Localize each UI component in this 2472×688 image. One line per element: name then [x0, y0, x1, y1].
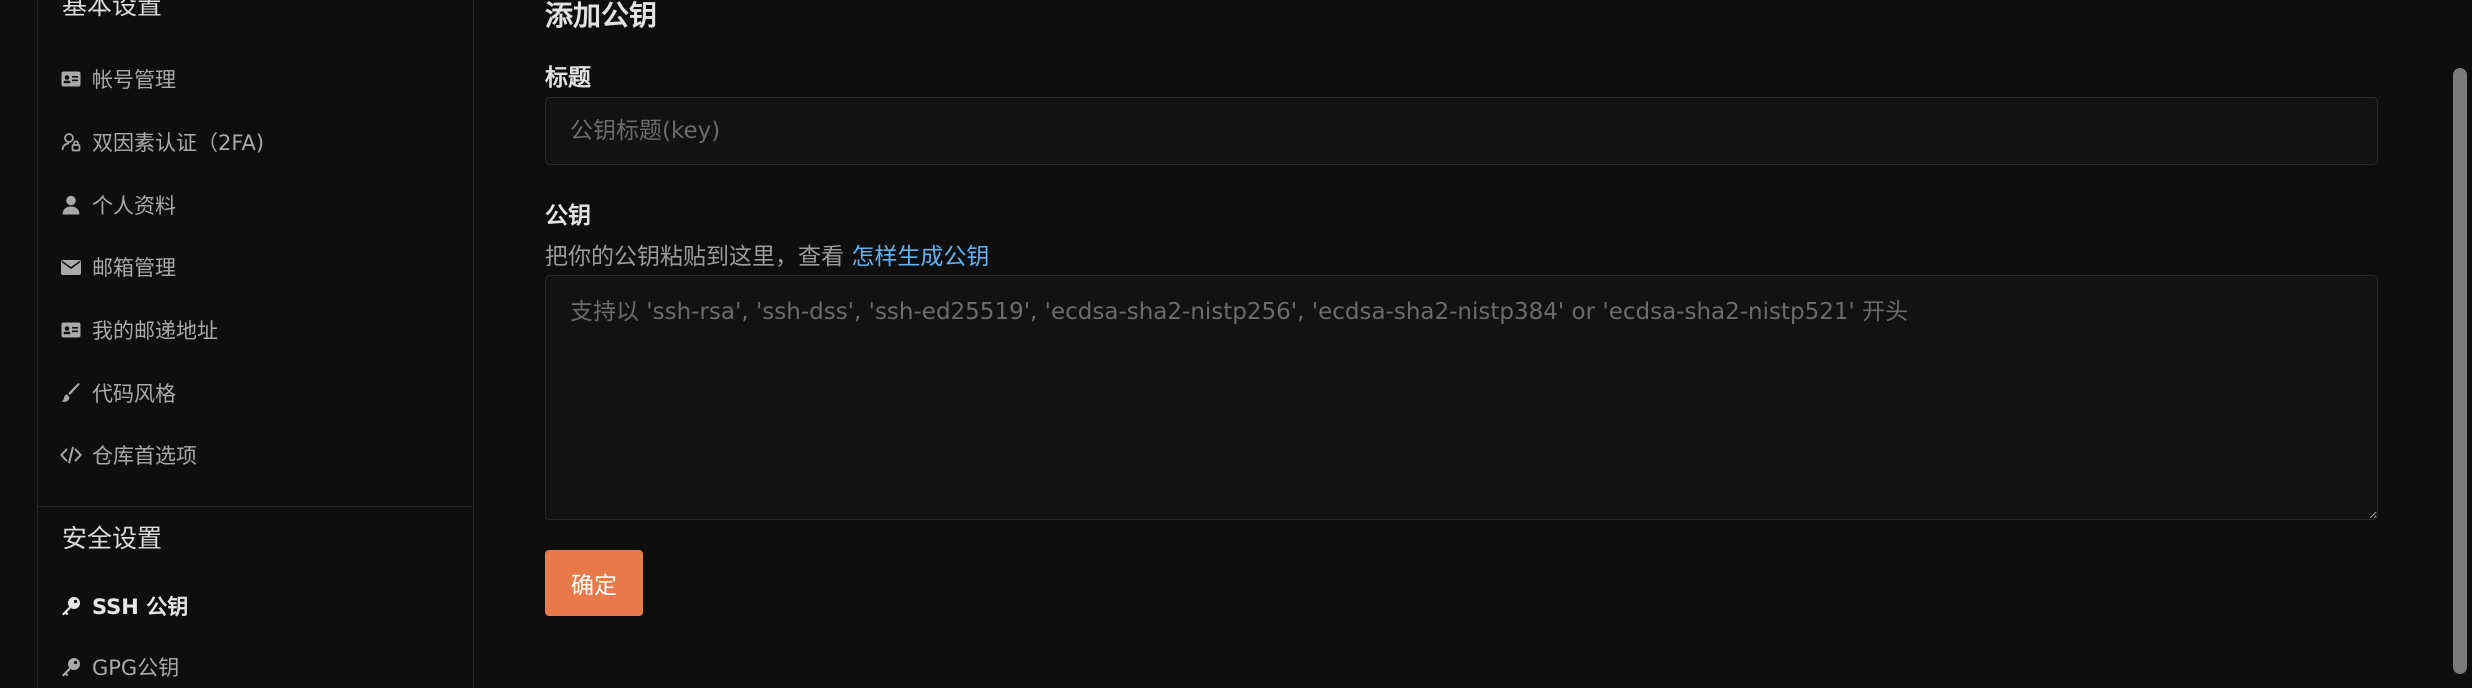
page-scrollbar[interactable]	[2448, 0, 2472, 674]
envelope-icon	[60, 256, 82, 278]
sidebar-item-label: 双因素认证（2FA)	[92, 131, 265, 155]
sidebar-item-code-style[interactable]: 代码风格	[60, 376, 176, 410]
page-title: 添加公钥	[545, 0, 658, 32]
sidebar-item-address[interactable]: 我的邮递地址	[60, 313, 218, 347]
public-key-textarea[interactable]	[545, 275, 2378, 520]
key-help-text: 把你的公钥粘贴到这里，查看 怎样生成公钥	[545, 237, 989, 271]
sidebar-item-repo-preferences[interactable]: 仓库首选项	[60, 438, 197, 472]
sidebar-divider	[38, 506, 473, 507]
scrollbar-thumb[interactable]	[2453, 68, 2467, 674]
key-help-prefix: 把你的公钥粘贴到这里，查看	[545, 244, 852, 270]
title-label: 标题	[545, 65, 591, 91]
key-title-input[interactable]	[545, 97, 2378, 165]
sidebar-item-label: 我的邮递地址	[92, 319, 218, 343]
sidebar-item-label: 帐号管理	[92, 68, 176, 92]
code-icon	[60, 444, 82, 466]
id-card-icon	[60, 68, 82, 90]
address-card-icon	[60, 319, 82, 341]
how-to-generate-key-link[interactable]: 怎样生成公钥	[851, 244, 989, 270]
key-icon	[60, 595, 82, 617]
sidebar-item-account[interactable]: 帐号管理	[60, 62, 176, 96]
sidebar-item-label: GPG公钥	[92, 656, 180, 680]
settings-sidebar: 基本设置 帐号管理 双因素认证（2FA) 个人资料 邮箱管理 我的邮递地址 代码…	[37, 0, 474, 688]
sidebar-item-label: 个人资料	[92, 194, 176, 218]
sidebar-item-email[interactable]: 邮箱管理	[60, 250, 176, 284]
key-label: 公钥	[545, 203, 591, 229]
sidebar-item-label: 代码风格	[92, 382, 176, 406]
section-title-basic: 基本设置	[62, 0, 163, 20]
key-icon	[60, 656, 82, 678]
user-icon	[60, 194, 82, 216]
sidebar-item-2fa[interactable]: 双因素认证（2FA)	[60, 125, 264, 159]
section-title-security: 安全设置	[62, 524, 163, 553]
sidebar-item-profile[interactable]: 个人资料	[60, 188, 176, 222]
sidebar-item-ssh-keys[interactable]: SSH 公钥	[60, 589, 188, 623]
brush-icon	[60, 382, 82, 404]
sidebar-item-label: SSH 公钥	[92, 595, 189, 619]
submit-button[interactable]: 确定	[545, 550, 643, 616]
add-key-form: 添加公钥 标题 公钥 把你的公钥粘贴到这里，查看 怎样生成公钥 确定	[545, 0, 2380, 674]
user-lock-icon	[60, 131, 82, 153]
sidebar-item-label: 邮箱管理	[92, 256, 176, 280]
sidebar-item-gpg-keys[interactable]: GPG公钥	[60, 650, 179, 684]
sidebar-item-label: 仓库首选项	[92, 444, 197, 468]
